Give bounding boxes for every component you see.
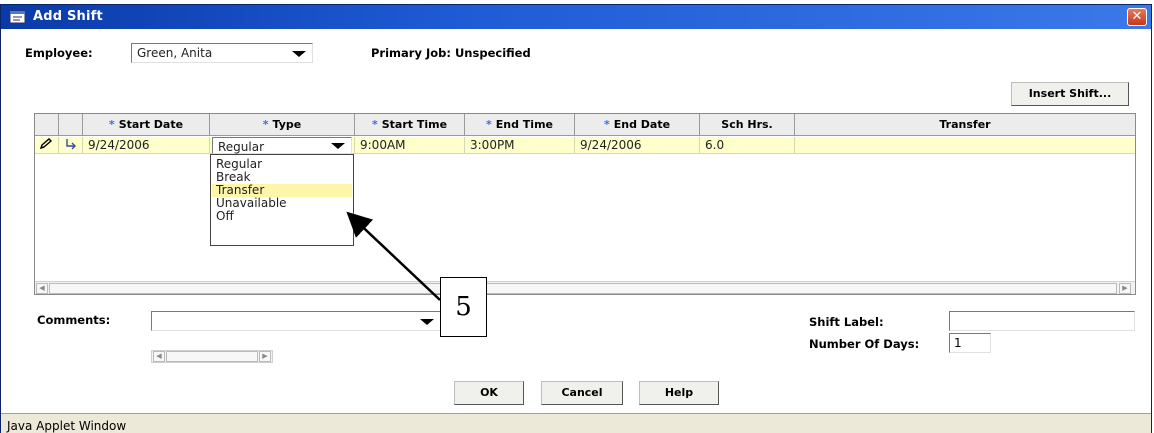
help-button[interactable]: Help bbox=[639, 381, 719, 405]
grid-header-edit bbox=[35, 114, 59, 136]
ok-button[interactable]: OK bbox=[454, 381, 524, 405]
scroll-thumb[interactable] bbox=[49, 283, 1117, 294]
title-bar: Add Shift ✕ bbox=[1, 5, 1151, 29]
grid-horizontal-scrollbar[interactable]: ◀ ▶ bbox=[35, 281, 1135, 294]
comments-horizontal-scrollbar[interactable]: ◀ ▶ bbox=[151, 350, 273, 363]
cell-type[interactable]: Regular bbox=[210, 137, 355, 154]
scroll-thumb[interactable] bbox=[166, 351, 258, 362]
chevron-down-icon[interactable] bbox=[331, 143, 345, 149]
header-start-date[interactable]: * Start Date bbox=[83, 114, 210, 136]
number-of-days-label: Number Of Days: bbox=[809, 337, 920, 351]
type-select-value: Regular bbox=[218, 140, 265, 154]
close-button[interactable]: ✕ bbox=[1127, 8, 1147, 26]
chevron-down-icon[interactable] bbox=[292, 51, 306, 57]
row-pointer-icon bbox=[59, 137, 83, 154]
cell-sch-hrs[interactable]: 6.0 bbox=[700, 137, 795, 154]
dropdown-option[interactable]: Off bbox=[212, 210, 352, 223]
chevron-down-icon[interactable] bbox=[420, 319, 434, 325]
cell-end-date[interactable]: 9/24/2006 bbox=[575, 137, 700, 154]
header-type[interactable]: * Type bbox=[210, 114, 355, 136]
header-end-date[interactable]: * End Date bbox=[575, 114, 700, 136]
required-star: * bbox=[371, 118, 378, 131]
window-app-icon bbox=[9, 10, 26, 24]
scroll-right-arrow-icon[interactable]: ▶ bbox=[259, 351, 271, 362]
header-transfer[interactable]: Transfer bbox=[795, 114, 1135, 136]
employee-label: Employee: bbox=[25, 46, 93, 60]
type-select[interactable]: Regular bbox=[212, 137, 352, 154]
required-star: * bbox=[485, 118, 492, 131]
dialog-content: Employee: Green, Anita Primary Job: Unsp… bbox=[1, 29, 1151, 413]
cancel-button[interactable]: Cancel bbox=[541, 381, 623, 405]
scroll-right-arrow-icon[interactable]: ▶ bbox=[1119, 283, 1131, 294]
required-star: * bbox=[262, 118, 269, 131]
number-of-days-value: 1 bbox=[954, 336, 962, 350]
annotation-callout: 5 bbox=[440, 277, 487, 337]
add-shift-window: Add Shift ✕ Employee: Green, Anita Prima… bbox=[0, 4, 1152, 433]
employee-select[interactable]: Green, Anita bbox=[131, 43, 313, 63]
primary-job-text: Primary Job: Unspecified bbox=[371, 46, 531, 60]
table-row[interactable]: 9/24/2006 Regular 9:00AM 3:00PM 9/24/200… bbox=[35, 137, 1135, 154]
window-title: Add Shift bbox=[33, 9, 103, 24]
cell-start-time[interactable]: 9:00AM bbox=[355, 137, 465, 154]
header-end-time[interactable]: * End Time bbox=[465, 114, 575, 136]
pencil-icon bbox=[35, 137, 59, 154]
shift-label-label: Shift Label: bbox=[809, 315, 884, 329]
comments-label: Comments: bbox=[37, 313, 111, 327]
row-pointer-icon-graphic bbox=[66, 139, 76, 150]
scroll-left-arrow-icon[interactable]: ◀ bbox=[36, 283, 48, 294]
cell-transfer[interactable] bbox=[795, 137, 1135, 154]
shift-label-input[interactable] bbox=[949, 311, 1135, 331]
grid-header-pointer bbox=[59, 114, 83, 136]
header-start-time[interactable]: * Start Time bbox=[355, 114, 465, 136]
comments-select[interactable] bbox=[151, 311, 441, 331]
employee-select-value: Green, Anita bbox=[137, 46, 213, 60]
type-dropdown-list: Regular Break Transfer Unavailable Off bbox=[210, 154, 354, 246]
required-star: * bbox=[108, 118, 115, 131]
number-of-days-input[interactable]: 1 bbox=[949, 333, 991, 353]
pencil-icon-graphic bbox=[39, 138, 53, 150]
insert-shift-button[interactable]: Insert Shift... bbox=[1011, 82, 1129, 106]
cell-end-time[interactable]: 3:00PM bbox=[465, 137, 575, 154]
required-star: * bbox=[603, 118, 610, 131]
cell-start-date[interactable]: 9/24/2006 bbox=[83, 137, 210, 154]
header-sch-hrs[interactable]: Sch Hrs. bbox=[700, 114, 795, 136]
scroll-left-arrow-icon[interactable]: ◀ bbox=[153, 351, 165, 362]
status-bar: Java Applet Window bbox=[1, 413, 1151, 433]
shift-grid: * Start Date * Type * Start Time * End Time … bbox=[34, 113, 1136, 295]
